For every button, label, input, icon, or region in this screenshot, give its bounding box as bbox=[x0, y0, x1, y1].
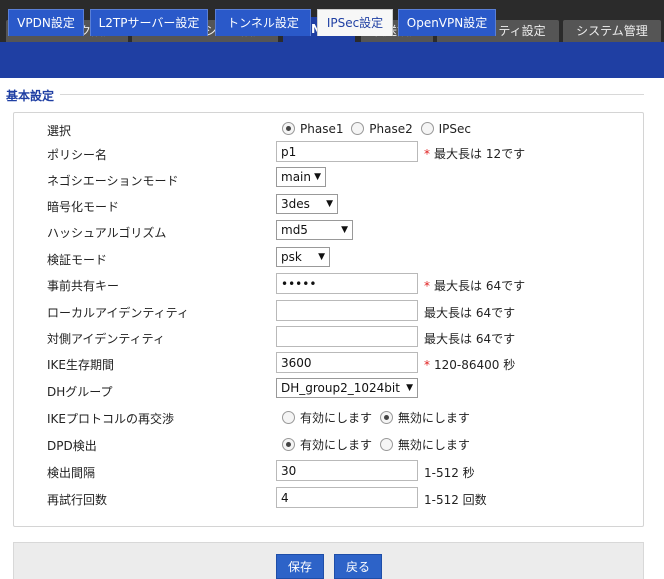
policy-name-label: ポリシー名 bbox=[47, 148, 108, 162]
policy-name-hint: * 最大長は 12です bbox=[424, 147, 526, 161]
negotiation-mode-label: ネゴシエーションモード bbox=[47, 174, 179, 188]
retry-count-input[interactable] bbox=[276, 487, 418, 508]
dpd-enable-label: 有効にします bbox=[300, 438, 373, 452]
ike-lifetime-hint: * 120-86400 秒 bbox=[424, 358, 516, 372]
phase1-radio[interactable] bbox=[282, 122, 295, 135]
auth-mode-select[interactable]: psk ▼ bbox=[276, 247, 330, 267]
remote-identity-hint: 最大長は 64です bbox=[424, 332, 516, 346]
dpd-label: DPD検出 bbox=[47, 439, 97, 453]
hash-algorithm-label: ハッシュアルゴリズム bbox=[47, 226, 167, 240]
sub-nav-bar bbox=[0, 42, 664, 78]
subtab-openvpn[interactable]: OpenVPN設定 bbox=[398, 9, 496, 36]
retry-count-label: 再試行回数 bbox=[47, 493, 108, 507]
ike-renego-enable-radio[interactable] bbox=[282, 411, 295, 424]
phase-radio-group: Phase1 Phase2 IPSec bbox=[282, 122, 475, 136]
hash-algorithm-select[interactable]: md5 ▼ bbox=[276, 220, 353, 240]
ipsec-radio[interactable] bbox=[420, 122, 434, 135]
ike-renego-disable-label: 無効にします bbox=[397, 411, 470, 425]
phase1-label: Phase1 bbox=[300, 122, 344, 136]
detect-interval-hint: 1-512 秒 bbox=[424, 466, 475, 480]
auth-mode-label: 検証モード bbox=[47, 253, 108, 267]
ike-renegotiation-radio-group: 有効にします 無効にします bbox=[282, 409, 474, 426]
local-identity-label: ローカルアイデンティティ bbox=[47, 306, 189, 320]
retry-count-hint: 1-512 回数 bbox=[424, 493, 487, 507]
encryption-mode-select[interactable]: 3des ▼ bbox=[276, 194, 338, 214]
psk-input[interactable] bbox=[276, 273, 418, 294]
remote-identity-input[interactable] bbox=[276, 326, 418, 347]
detect-interval-input[interactable] bbox=[276, 460, 418, 481]
dh-group-select[interactable]: DH_group2_1024bit ▼ bbox=[276, 378, 418, 398]
psk-hint: * 最大長は 64です bbox=[424, 279, 526, 293]
save-button[interactable]: 保存 bbox=[276, 554, 324, 579]
detect-interval-label: 検出間隔 bbox=[47, 466, 96, 480]
ike-renego-enable-label: 有効にします bbox=[300, 411, 373, 425]
ike-lifetime-label: IKE生存期間 bbox=[47, 358, 114, 372]
tab-system-management[interactable]: システム管理 bbox=[563, 20, 661, 42]
required-star: * bbox=[424, 358, 430, 372]
section-title: 基本設定 bbox=[6, 87, 61, 104]
chevron-down-icon: ▼ bbox=[318, 252, 325, 262]
chevron-down-icon: ▼ bbox=[406, 383, 413, 393]
negotiation-mode-select[interactable]: main ▼ bbox=[276, 167, 326, 187]
action-bar bbox=[13, 542, 644, 579]
ike-lifetime-input[interactable] bbox=[276, 352, 418, 373]
phase2-label: Phase2 bbox=[369, 122, 413, 136]
dpd-enable-radio[interactable] bbox=[282, 438, 295, 451]
chevron-down-icon: ▼ bbox=[326, 199, 333, 209]
encryption-mode-label: 暗号化モード bbox=[47, 200, 120, 214]
policy-name-input[interactable] bbox=[276, 141, 418, 162]
required-star: * bbox=[424, 147, 430, 161]
section-divider bbox=[60, 94, 644, 95]
psk-label: 事前共有キー bbox=[47, 279, 120, 293]
dpd-disable-label: 無効にします bbox=[397, 438, 470, 452]
ike-renegotiation-label: IKEプロトコルの再交渉 bbox=[47, 412, 174, 426]
local-identity-hint: 最大長は 64です bbox=[424, 306, 516, 320]
dpd-radio-group: 有効にします 無効にします bbox=[282, 436, 474, 453]
ike-renego-disable-radio[interactable] bbox=[379, 411, 393, 424]
ipsec-label: IPSec bbox=[438, 122, 471, 136]
phase2-radio[interactable] bbox=[351, 122, 365, 135]
required-star: * bbox=[424, 279, 430, 293]
subtab-l2tp-server[interactable]: L2TPサーバー設定 bbox=[90, 9, 208, 36]
remote-identity-label: 対側アイデンティティ bbox=[47, 332, 165, 346]
chevron-down-icon: ▼ bbox=[341, 225, 348, 235]
dpd-disable-radio[interactable] bbox=[379, 438, 393, 451]
back-button[interactable]: 戻る bbox=[334, 554, 382, 579]
chevron-down-icon: ▼ bbox=[314, 172, 321, 182]
local-identity-input[interactable] bbox=[276, 300, 418, 321]
subtab-tunnel[interactable]: トンネル設定 bbox=[215, 9, 311, 36]
subtab-ipsec[interactable]: IPSec設定 bbox=[317, 9, 393, 36]
dh-group-label: DHグループ bbox=[47, 385, 113, 399]
subtab-vpdn[interactable]: VPDN設定 bbox=[8, 9, 84, 36]
select-label: 選択 bbox=[47, 124, 72, 138]
